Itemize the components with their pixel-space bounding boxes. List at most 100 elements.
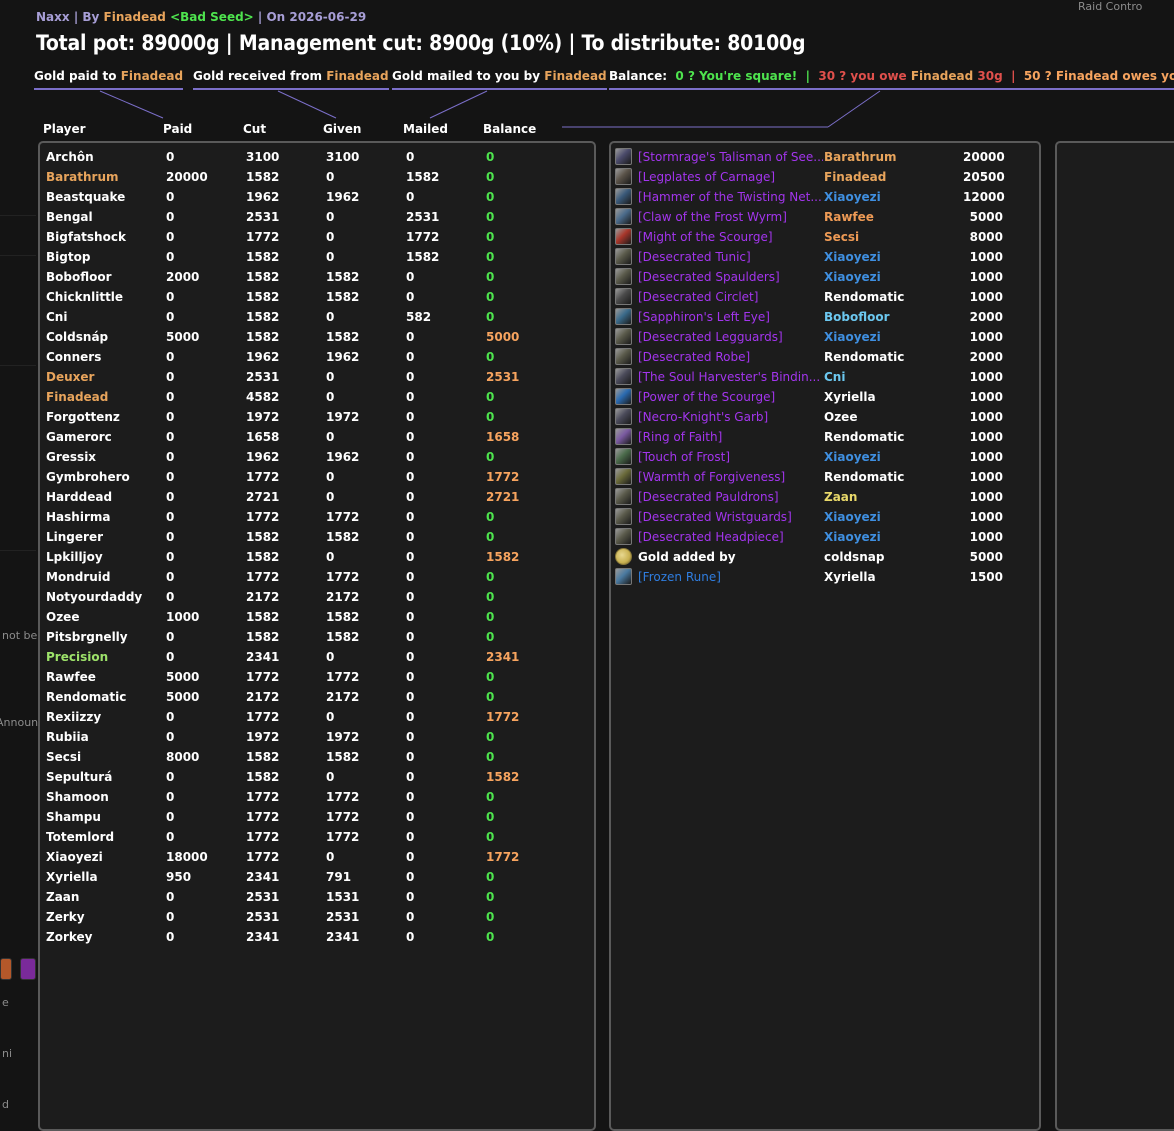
item-link[interactable]: [Desecrated Legguards] (638, 327, 823, 347)
player-row[interactable]: Ozee 1000 1582 1582 0 0 (40, 607, 590, 627)
item-link[interactable]: [Warmth of Forgiveness] (638, 467, 823, 487)
player-row[interactable]: Precision 0 2341 0 0 2341 (40, 647, 590, 667)
item-link[interactable]: [Desecrated Tunic] (638, 247, 823, 267)
loot-row[interactable]: [Desecrated Robe] Rendomatic 2000 (611, 347, 1039, 367)
loot-row[interactable]: [Desecrated Circlet] Rendomatic 1000 (611, 287, 1039, 307)
players-table-panel[interactable]: Archôn 0 3100 3100 0 0 Barathrum 20000 1582 0 1582… (38, 141, 596, 1131)
loot-row[interactable]: [Desecrated Spaulders] Xiaoyezi 1000 (611, 267, 1039, 287)
item-link[interactable]: [Desecrated Headpiece] (638, 527, 823, 547)
player-row[interactable]: Chicknlittle 0 1582 1582 0 0 (40, 287, 590, 307)
player-row[interactable]: Lingerer 0 1582 1582 0 0 (40, 527, 590, 547)
warmth-icon[interactable] (615, 468, 632, 485)
item-link[interactable]: [Desecrated Circlet] (638, 287, 823, 307)
item-link[interactable]: [Claw of the Frost Wyrm] (638, 207, 823, 227)
item-link[interactable]: [Desecrated Wristguards] (638, 507, 823, 527)
loot-row[interactable]: [Legplates of Carnage] Finadead 20500 (611, 167, 1039, 187)
bindings-icon[interactable] (615, 368, 632, 385)
item-link[interactable]: [Desecrated Pauldrons] (638, 487, 823, 507)
item-link[interactable]: [Desecrated Robe] (638, 347, 823, 367)
player-row[interactable]: Sepulturá 0 1582 0 0 1582 (40, 767, 590, 787)
player-row[interactable]: Zaan 0 2531 1531 0 0 (40, 887, 590, 907)
ring-icon[interactable] (615, 428, 632, 445)
item-link[interactable]: [Frozen Rune] (638, 567, 823, 587)
player-row[interactable]: Hashirma 0 1772 1772 0 0 (40, 507, 590, 527)
gold-coin-icon[interactable] (615, 548, 632, 565)
player-row[interactable]: Shampu 0 1772 1772 0 0 (40, 807, 590, 827)
item-link[interactable]: [Sapphiron's Left Eye] (638, 307, 823, 327)
item-link[interactable]: [Desecrated Spaulders] (638, 267, 823, 287)
player-row[interactable]: Gamerorc 0 1658 0 0 1658 (40, 427, 590, 447)
player-row[interactable]: Mondruid 0 1772 1772 0 0 (40, 567, 590, 587)
loot-row[interactable]: [Sapphiron's Left Eye] Bobofloor 2000 (611, 307, 1039, 327)
legplates-icon[interactable] (615, 168, 632, 185)
loot-list-panel[interactable]: [Stormrage's Talisman of See... Barathrum… (609, 141, 1041, 1131)
robe-icon[interactable] (615, 348, 632, 365)
player-row[interactable]: Deuxer 0 2531 0 0 2531 (40, 367, 590, 387)
item-link[interactable]: [Necro-Knight's Garb] (638, 407, 823, 427)
hammer-icon[interactable] (615, 188, 632, 205)
loot-row[interactable]: [Ring of Faith] Rendomatic 1000 (611, 427, 1039, 447)
player-row[interactable]: Totemlord 0 1772 1772 0 0 (40, 827, 590, 847)
player-row[interactable]: Coldsnáp 5000 1582 1582 0 5000 (40, 327, 590, 347)
player-row[interactable]: Beastquake 0 1962 1962 0 0 (40, 187, 590, 207)
item-link[interactable]: [Hammer of the Twisting Net... (638, 187, 823, 207)
loot-row[interactable]: [Might of the Scourge] Secsi 8000 (611, 227, 1039, 247)
loot-row[interactable]: [Desecrated Pauldrons] Zaan 1000 (611, 487, 1039, 507)
loot-row[interactable]: [Warmth of Forgiveness] Rendomatic 1000 (611, 467, 1039, 487)
garb-icon[interactable] (615, 408, 632, 425)
player-row[interactable]: Finadead 0 4582 0 0 0 (40, 387, 590, 407)
player-row[interactable]: Xiaoyezi 18000 1772 0 0 1772 (40, 847, 590, 867)
player-row[interactable]: Gymbrohero 0 1772 0 0 1772 (40, 467, 590, 487)
circlet-icon[interactable] (615, 288, 632, 305)
player-row[interactable]: Barathrum 20000 1582 0 1582 0 (40, 167, 590, 187)
power-icon[interactable] (615, 388, 632, 405)
item-link[interactable]: [Stormrage's Talisman of See... (638, 147, 823, 167)
legguards-icon[interactable] (615, 328, 632, 345)
item-link[interactable]: [The Soul Harvester's Bindin... (638, 367, 823, 387)
frost-icon[interactable] (615, 448, 632, 465)
player-row[interactable]: Conners 0 1962 1962 0 0 (40, 347, 590, 367)
loot-row[interactable]: [Claw of the Frost Wyrm] Rawfee 5000 (611, 207, 1039, 227)
player-row[interactable]: Gressix 0 1962 1962 0 0 (40, 447, 590, 467)
player-row[interactable]: Bigfatshock 0 1772 0 1772 0 (40, 227, 590, 247)
spaulders-icon[interactable] (615, 268, 632, 285)
player-row[interactable]: Pitsbrgnelly 0 1582 1582 0 0 (40, 627, 590, 647)
player-row[interactable]: Notyourdaddy 0 2172 2172 0 0 (40, 587, 590, 607)
player-row[interactable]: Harddead 0 2721 0 0 2721 (40, 487, 590, 507)
talisman-icon[interactable] (615, 148, 632, 165)
loot-row[interactable]: [Hammer of the Twisting Net... Xiaoyezi 12… (611, 187, 1039, 207)
player-row[interactable]: Rexiizzy 0 1772 0 0 1772 (40, 707, 590, 727)
player-row[interactable]: Rubiia 0 1972 1972 0 0 (40, 727, 590, 747)
player-row[interactable]: Rendomatic 5000 2172 2172 0 0 (40, 687, 590, 707)
headpiece-icon[interactable] (615, 528, 632, 545)
loot-row[interactable]: [Desecrated Legguards] Xiaoyezi 1000 (611, 327, 1039, 347)
player-row[interactable]: Secsi 8000 1582 1582 0 0 (40, 747, 590, 767)
item-link[interactable]: [Might of the Scourge] (638, 227, 823, 247)
rune-icon[interactable] (615, 568, 632, 585)
player-row[interactable]: Forgottenz 0 1972 1972 0 0 (40, 407, 590, 427)
player-row[interactable]: Cni 0 1582 0 582 0 (40, 307, 590, 327)
player-row[interactable]: Bengal 0 2531 0 2531 0 (40, 207, 590, 227)
wristguards-icon[interactable] (615, 508, 632, 525)
loot-row[interactable]: Gold added by coldsnap 5000 (611, 547, 1039, 567)
loot-row[interactable]: [Desecrated Tunic] Xiaoyezi 1000 (611, 247, 1039, 267)
loot-row[interactable]: [Touch of Frost] Xiaoyezi 1000 (611, 447, 1039, 467)
item-link[interactable]: [Power of the Scourge] (638, 387, 823, 407)
player-row[interactable]: Bobofloor 2000 1582 1582 0 0 (40, 267, 590, 287)
loot-row[interactable]: [Necro-Knight's Garb] Ozee 1000 (611, 407, 1039, 427)
loot-row[interactable]: [The Soul Harvester's Bindin... Cni 1000 (611, 367, 1039, 387)
item-link[interactable]: [Legplates of Carnage] (638, 167, 823, 187)
player-row[interactable]: Rawfee 5000 1772 1772 0 0 (40, 667, 590, 687)
player-row[interactable]: Xyriella 950 2341 791 0 0 (40, 867, 590, 887)
pauldrons-icon[interactable] (615, 488, 632, 505)
tunic-icon[interactable] (615, 248, 632, 265)
player-row[interactable]: Archôn 0 3100 3100 0 0 (40, 147, 590, 167)
loot-row[interactable]: [Desecrated Headpiece] Xiaoyezi 1000 (611, 527, 1039, 547)
player-row[interactable]: Zerky 0 2531 2531 0 0 (40, 907, 590, 927)
loot-row[interactable]: [Desecrated Wristguards] Xiaoyezi 1000 (611, 507, 1039, 527)
player-row[interactable]: Zorkey 0 2341 2341 0 0 (40, 927, 590, 947)
item-link[interactable]: [Ring of Faith] (638, 427, 823, 447)
player-row[interactable]: Shamoon 0 1772 1772 0 0 (40, 787, 590, 807)
loot-row[interactable]: [Frozen Rune] Xyriella 1500 (611, 567, 1039, 587)
claw-icon[interactable] (615, 208, 632, 225)
